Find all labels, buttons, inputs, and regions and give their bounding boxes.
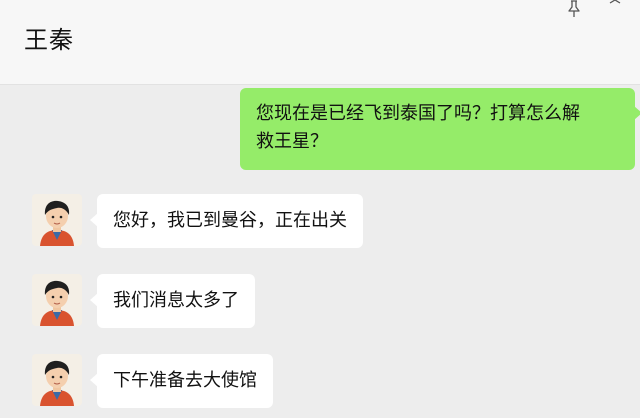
outgoing-message-bubble[interactable]: 您现在是已经飞到泰国了吗？打算怎么解 救王星？ <box>240 88 640 170</box>
avatar[interactable] <box>32 274 82 326</box>
incoming-message-bubble[interactable]: 您好，我已到曼谷，正在出关 <box>90 194 363 248</box>
incoming-message-bubble[interactable]: 我们消息太多了 <box>90 274 255 328</box>
contact-name[interactable]: 王秦 <box>24 20 74 55</box>
chat-header: 王秦 <box>0 0 640 85</box>
avatar[interactable] <box>32 194 82 246</box>
pin-icon[interactable] <box>566 0 582 18</box>
incoming-message-bubble[interactable]: 下午准备去大使馆 <box>90 354 273 408</box>
message-text-line-2: 救王星？ <box>256 131 328 152</box>
message-text-line-1: 您现在是已经飞到泰国了吗？打算怎么解 <box>256 103 580 124</box>
more-icon[interactable] <box>607 0 623 16</box>
avatar-image <box>32 274 82 326</box>
avatar[interactable] <box>32 354 82 406</box>
avatar-image <box>32 194 82 246</box>
message-list: 您现在是已经飞到泰国了吗？打算怎么解 救王星？ 您好，我已到曼谷，正在出关 我们… <box>0 86 640 418</box>
avatar-image <box>32 354 82 406</box>
